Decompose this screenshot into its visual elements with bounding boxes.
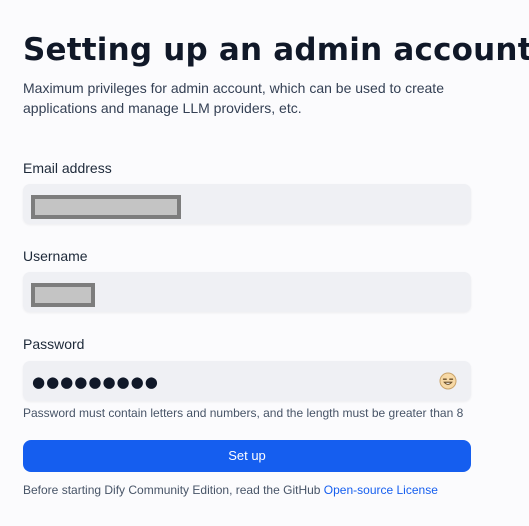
password-label: Password [23,336,85,352]
eye-toggle-icon[interactable] [439,372,457,390]
open-source-license-link[interactable]: Open-source License [324,483,438,497]
password-field[interactable]: ●●●●●●●●● [23,361,471,401]
email-label: Email address [23,160,112,176]
password-hint: Password must contain letters and number… [23,406,464,420]
license-notice: Before starting Dify Community Edition, … [23,482,438,498]
email-field[interactable] [23,184,471,224]
password-masked-value: ●●●●●●●●● [32,373,159,391]
setup-admin-page: Setting up an admin account Maximum priv… [0,0,529,526]
email-redacted-value [31,195,181,219]
setup-button[interactable]: Set up [23,440,471,472]
username-redacted-value [31,283,95,307]
page-subtitle: Maximum privileges for admin account, wh… [23,80,444,116]
username-label: Username [23,248,88,264]
page-title: Setting up an admin account [23,32,529,68]
license-notice-text: Before starting Dify Community Edition, … [23,483,324,497]
username-field[interactable] [23,272,471,312]
